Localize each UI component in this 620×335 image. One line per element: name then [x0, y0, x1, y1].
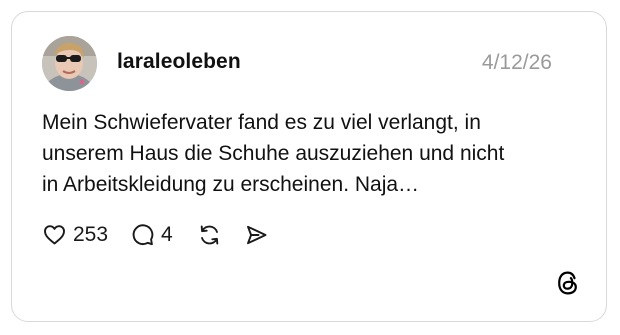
like-button[interactable]: 253	[42, 223, 108, 247]
repost-button[interactable]	[197, 223, 222, 247]
repost-icon	[197, 223, 222, 247]
reply-count: 4	[161, 223, 173, 246]
heart-icon	[42, 223, 67, 247]
like-count: 253	[73, 223, 109, 246]
speech-bubble-icon	[130, 223, 155, 247]
post-card: laraleoleben 4/12/26 Mein Schwiefervater…	[11, 11, 607, 322]
avatar[interactable]	[42, 36, 97, 91]
reply-button[interactable]: 4	[130, 223, 173, 247]
post-text: Mein Schwiefervater fand es zu viel verl…	[42, 111, 505, 196]
share-button[interactable]	[244, 223, 269, 247]
threads-logo-icon[interactable]	[554, 269, 582, 297]
post-date: 4/12/26	[481, 51, 552, 74]
action-bar: 253 4	[42, 220, 269, 250]
username[interactable]: laraleoleben	[117, 50, 241, 74]
send-icon	[244, 223, 269, 247]
